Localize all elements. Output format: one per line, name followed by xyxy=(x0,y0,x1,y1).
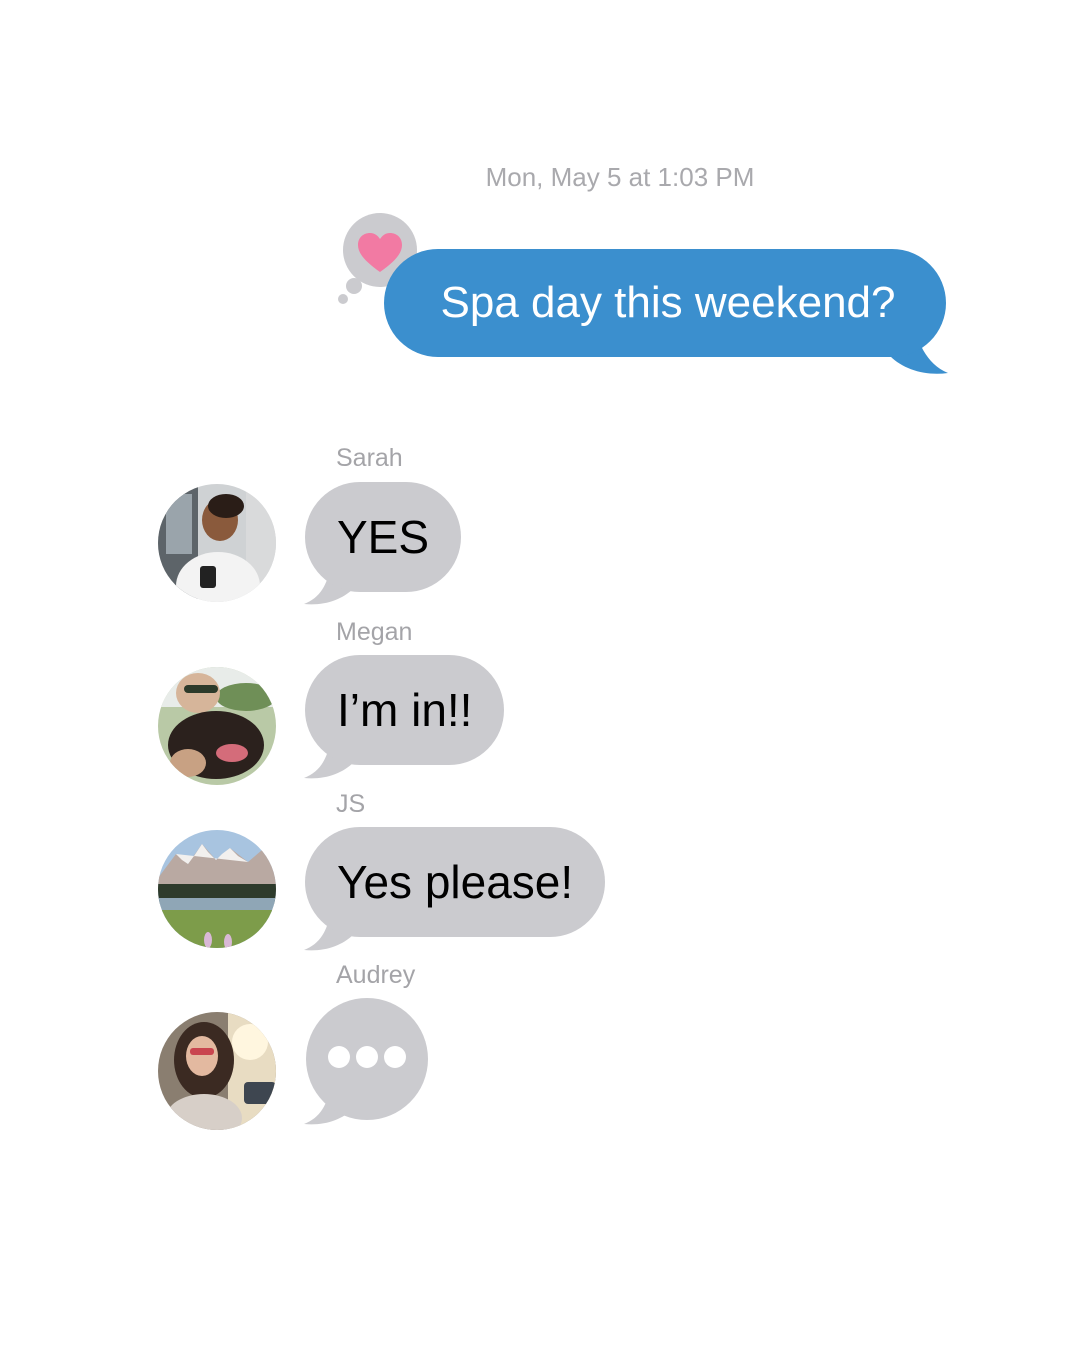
sender-name: Audrey xyxy=(336,961,416,989)
sender-name: Megan xyxy=(336,618,413,646)
avatar[interactable] xyxy=(158,667,276,785)
incoming-message-bubble[interactable]: I’m in!! xyxy=(305,655,505,765)
incoming-message-bubble[interactable]: Yes please! xyxy=(305,827,606,937)
typing-dot xyxy=(384,1046,406,1068)
sender-name: Sarah xyxy=(336,444,403,472)
outgoing-message-bubble[interactable]: Spa day this weekend? xyxy=(384,249,946,357)
incoming-message-bubble[interactable]: YES xyxy=(305,482,462,592)
avatar[interactable] xyxy=(158,830,276,948)
sender-name: JS xyxy=(336,790,366,818)
typing-dot xyxy=(328,1046,350,1068)
avatar[interactable] xyxy=(158,1012,276,1130)
typing-dot xyxy=(356,1046,378,1068)
message-timestamp: Mon, May 5 at 1:03 PM xyxy=(485,162,755,192)
typing-indicator xyxy=(306,998,428,1120)
avatar[interactable] xyxy=(158,484,276,602)
